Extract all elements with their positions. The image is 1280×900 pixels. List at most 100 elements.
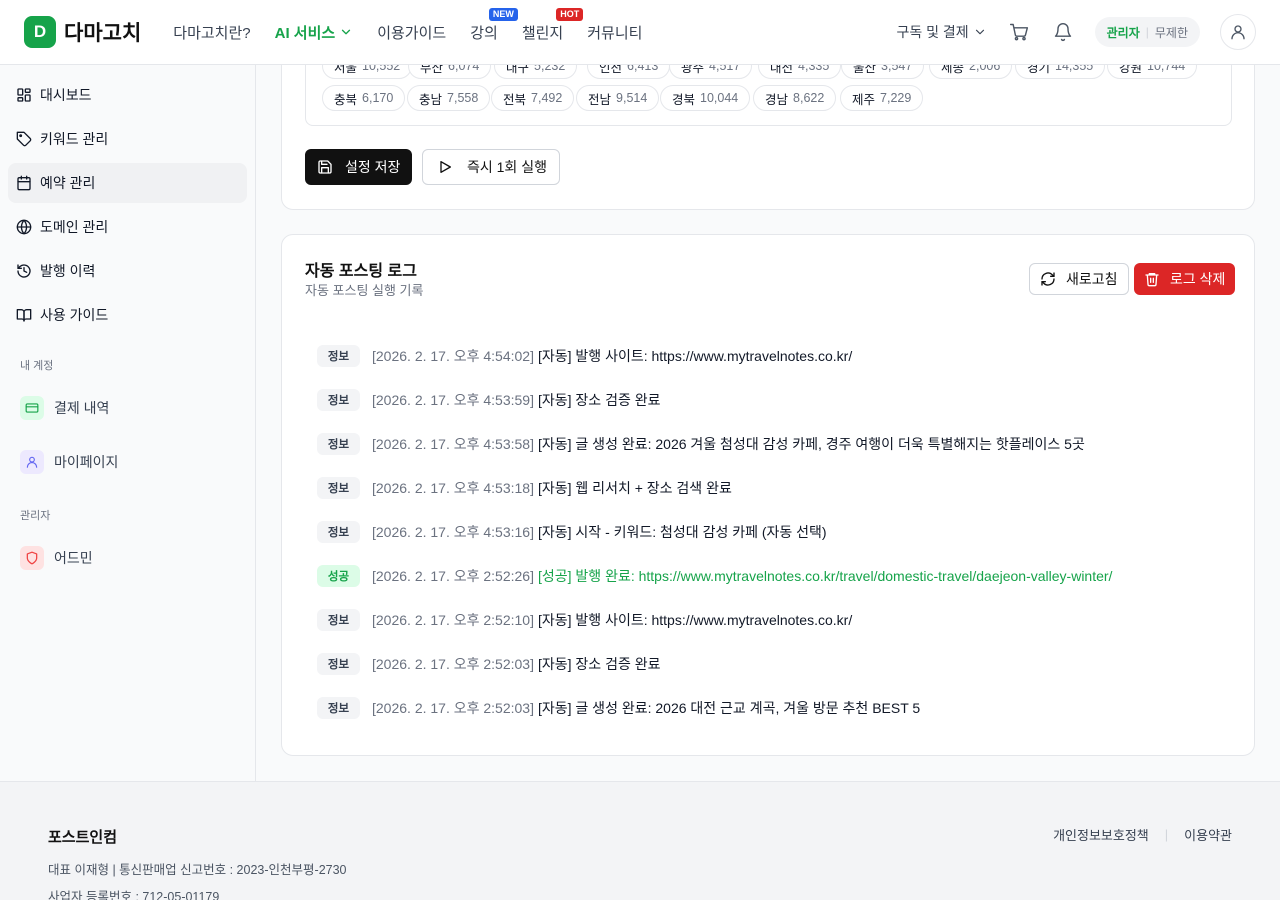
shield-icon <box>20 546 44 570</box>
main-nav: 다마고치란? AI 서비스 이용가이드 강의 NEW 챌린지 HOT 커뮤니티 <box>173 7 642 43</box>
subscribe-menu[interactable]: 구독 및 결제 <box>896 22 986 42</box>
region-count: 7,558 <box>447 91 479 105</box>
region-chip[interactable]: 경남 8,622 <box>753 85 837 111</box>
logo-text: 다마고치 <box>64 22 142 45</box>
footer-links: 개인정보보호정책 | 이용약관 <box>1053 825 1232 844</box>
sidebar-item-label: 키워드 관리 <box>40 131 109 147</box>
sidebar-item-schedule[interactable]: 예약 관리 <box>8 163 247 203</box>
footer-business-info: 대표 이재형 | 통신판매업 신고번호 : 2023-인천부평-2730 <box>48 863 347 877</box>
sidebar-item-label: 결제 내역 <box>54 400 110 416</box>
run-once-button[interactable]: 즉시 1회 실행 <box>422 149 560 185</box>
dashboard-icon <box>17 88 31 102</box>
avatar[interactable] <box>1220 14 1256 50</box>
region-chip[interactable]: 전남 9,514 <box>576 85 660 111</box>
region-name: 충북 <box>334 92 358 107</box>
refresh-label: 새로고침 <box>1066 271 1118 287</box>
user-icon <box>1231 25 1245 40</box>
region-count: 9,514 <box>616 91 648 105</box>
plan-label: 무제한 <box>1154 25 1188 40</box>
sidebar-item-mypage[interactable]: 마이페이지 <box>8 439 247 485</box>
save-icon <box>318 160 332 174</box>
log-level-badge: 정보 <box>317 389 360 411</box>
nav-label: AI 서비스 <box>274 24 336 42</box>
sidebar-item-domains[interactable]: 도메인 관리 <box>8 207 247 247</box>
bell-icon[interactable] <box>1051 20 1075 44</box>
run-once-label: 즉시 1회 실행 <box>467 159 547 175</box>
footer: 포스트인컴 대표 이재형 | 통신판매업 신고번호 : 2023-인천부평-27… <box>0 781 1280 900</box>
sidebar-section-admin: 관리자 <box>20 510 51 522</box>
region-count: 8,622 <box>793 91 825 105</box>
log-subtitle: 자동 포스팅 실행 기록 <box>305 283 424 298</box>
account-status-pill[interactable]: 관리자 | 무제한 <box>1094 17 1200 47</box>
nav-item-guide[interactable]: 이용가이드 <box>377 22 446 43</box>
log-timestamp: [2026. 2. 17. 오후 4:53:16] <box>372 524 534 540</box>
log-timestamp: [2026. 2. 17. 오후 4:53:18] <box>372 480 534 496</box>
log-timestamp: [2026. 2. 17. 오후 4:53:59] <box>372 392 534 408</box>
region-count: 6,170 <box>362 91 394 105</box>
logo[interactable]: D 다마고치 <box>24 16 141 48</box>
log-message: [자동] 장소 검증 완료 <box>537 392 661 408</box>
nav-item-community[interactable]: 커뮤니티 <box>587 22 642 43</box>
log-level-badge: 정보 <box>317 697 360 719</box>
log-timestamp: [2026. 2. 17. 오후 2:52:10] <box>372 612 534 628</box>
nav-item-challenge[interactable]: 챌린지 HOT <box>521 7 584 43</box>
refresh-button[interactable]: 새로고침 <box>1029 263 1129 295</box>
region-name: 전남 <box>588 92 612 107</box>
log-message: [자동] 글 생성 완료: 2026 겨울 첨성대 감성 카페, 경주 여행이 … <box>537 436 1085 452</box>
sidebar-item-history[interactable]: 발행 이력 <box>8 251 247 291</box>
log-level-badge: 정보 <box>317 653 360 675</box>
log-timestamp: [2026. 2. 17. 오후 4:54:02] <box>372 348 534 364</box>
log-level-badge: 정보 <box>317 521 360 543</box>
save-settings-button[interactable]: 설정 저장 <box>305 149 413 185</box>
region-chip[interactable]: 충북 6,170 <box>322 85 406 111</box>
delete-log-button[interactable]: 로그 삭제 <box>1134 263 1236 295</box>
log-timestamp: [2026. 2. 17. 오후 4:53:58] <box>372 436 534 452</box>
log-level-badge: 정보 <box>317 433 360 455</box>
region-name: 경북 <box>672 92 696 107</box>
sidebar-item-label: 어드민 <box>54 550 93 566</box>
region-name: 제주 <box>852 92 876 107</box>
sidebar-item-admin[interactable]: 어드민 <box>8 535 247 581</box>
cart-icon[interactable] <box>1007 20 1031 44</box>
header-right: 구독 및 결제 관리자 | 무제한 <box>896 14 1256 50</box>
tag-icon <box>16 131 32 147</box>
region-chip[interactable]: 경북 10,044 <box>660 85 751 111</box>
book-icon <box>16 309 32 322</box>
sidebar-item-payments[interactable]: 결제 내역 <box>8 385 247 431</box>
region-chip[interactable]: 충남 7,558 <box>407 85 491 111</box>
sidebar-item-label: 발행 이력 <box>40 263 96 279</box>
nav-item-lecture[interactable]: 강의 NEW <box>470 7 518 43</box>
sidebar-item-label: 사용 가이드 <box>40 307 109 323</box>
log-entry: 정보 [2026. 2. 17. 오후 4:53:16] [자동] 시작 - 키워드… <box>317 521 827 543</box>
sidebar-item-keywords[interactable]: 키워드 관리 <box>8 119 247 159</box>
history-icon <box>17 264 31 278</box>
nav-item-ai-service[interactable]: AI 서비스 <box>275 22 354 43</box>
nav-label: 강의 <box>470 24 498 42</box>
log-entry: 정보 [2026. 2. 17. 오후 4:53:18] [자동] 웹 리서치 + … <box>317 477 732 499</box>
region-count: 7,492 <box>531 91 563 105</box>
nav-label: 이용가이드 <box>377 24 447 42</box>
nav-label: 챌린지 <box>521 24 564 42</box>
sidebar-section-account: 내 계정 <box>20 360 54 372</box>
nav-label: 커뮤니티 <box>587 24 643 42</box>
log-timestamp: [2026. 2. 17. 오후 2:52:26] <box>372 568 534 584</box>
play-icon <box>440 161 451 173</box>
region-count: 7,229 <box>880 91 912 105</box>
region-chip[interactable]: 제주 7,229 <box>840 85 924 111</box>
sidebar-item-label: 도메인 관리 <box>40 219 109 235</box>
region-name: 전북 <box>503 92 527 107</box>
nav-item-about[interactable]: 다마고치란? <box>173 22 250 43</box>
terms-link[interactable]: 이용약관 <box>1184 825 1232 844</box>
sidebar-item-dashboard[interactable]: 대시보드 <box>8 75 247 115</box>
privacy-policy-link[interactable]: 개인정보보호정책 <box>1053 825 1149 844</box>
log-level-badge: 정보 <box>317 477 360 499</box>
save-settings-label: 설정 저장 <box>345 159 401 175</box>
log-message: [자동] 글 생성 완료: 2026 대전 근교 계곡, 겨울 방문 추천 BE… <box>537 700 921 716</box>
chevron-down-icon <box>342 29 351 35</box>
region-chip[interactable]: 전북 7,492 <box>491 85 575 111</box>
sidebar-item-guide[interactable]: 사용 가이드 <box>8 295 247 335</box>
logo-mark: D <box>24 16 56 48</box>
chevron-down-icon <box>975 29 984 35</box>
log-title: 자동 포스팅 로그 <box>305 263 417 280</box>
posting-log-card: 자동 포스팅 로그 자동 포스팅 실행 기록 새로고침 로그 삭제 정보 [202… <box>281 234 1255 756</box>
